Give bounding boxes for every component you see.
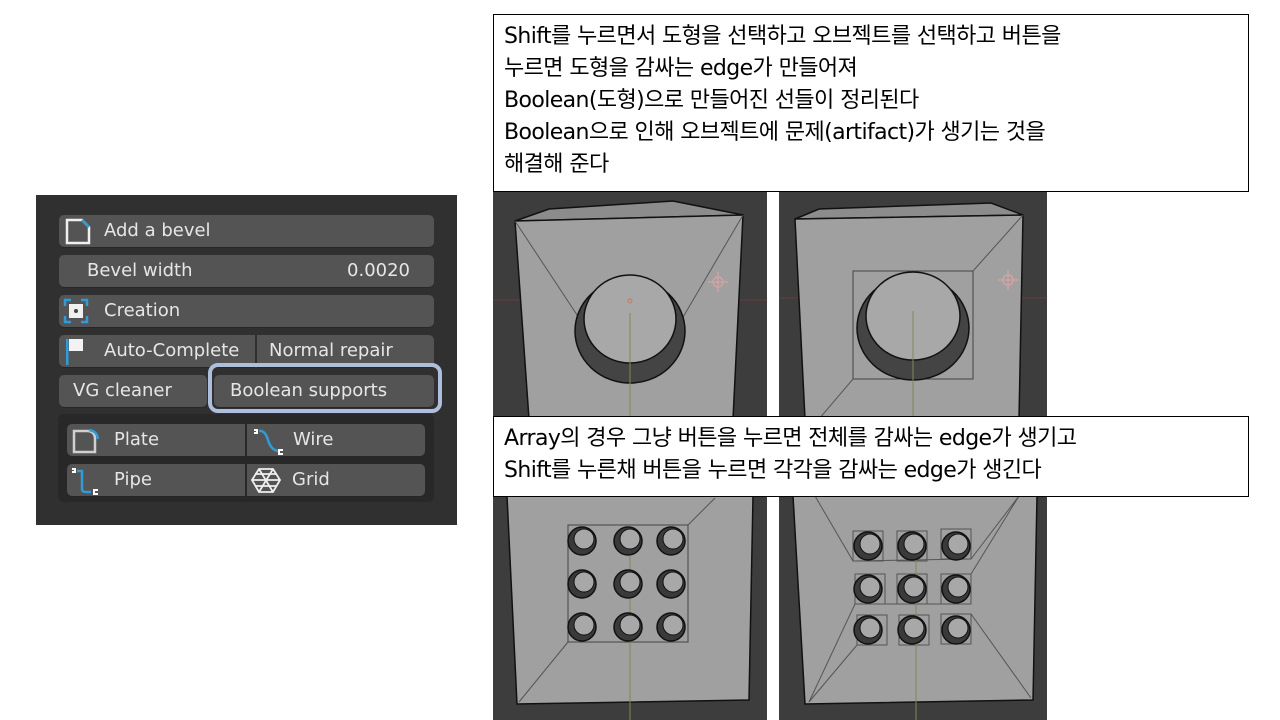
creation-icon xyxy=(63,298,89,324)
highlight-frame xyxy=(208,363,442,413)
viewport-array-grouped xyxy=(493,496,767,720)
pipe-button[interactable]: Pipe xyxy=(67,464,245,496)
vg-cleaner-label: VG cleaner xyxy=(73,380,172,401)
hole xyxy=(656,569,686,599)
vg-cleaner-button[interactable]: VG cleaner xyxy=(59,375,207,407)
hole xyxy=(567,526,597,556)
wire-label: Wire xyxy=(293,429,334,450)
wire-button[interactable]: Wire xyxy=(247,424,425,456)
creation-label: Creation xyxy=(104,300,181,321)
mesh-render xyxy=(792,496,1038,720)
bevel-width-label: Bevel width xyxy=(87,260,193,281)
pipe-label: Pipe xyxy=(114,469,152,490)
hole xyxy=(613,526,643,556)
plate-label: Plate xyxy=(114,429,160,450)
note-line: Shift를 누른채 버튼을 누르면 각각을 감싸는 edge가 생긴다 xyxy=(504,458,1042,483)
instruction-note-array: Array의 경우 그냥 버튼을 누르면 전체를 감싸는 edge가 생기고 S… xyxy=(493,416,1249,497)
instruction-note-top: Shift를 누르면서 도형을 선택하고 오브젝트를 선택하고 버튼을 누르면 … xyxy=(493,14,1249,192)
hole xyxy=(853,531,883,561)
pipe-icon xyxy=(72,468,98,495)
mesh-render xyxy=(493,200,767,419)
note-line: Array의 경우 그냥 버튼을 누르면 전체를 감싸는 edge가 생기고 xyxy=(504,426,1077,451)
bevel-icon xyxy=(65,218,91,245)
bevel-width-field[interactable]: Bevel width 0.0020 xyxy=(59,255,434,287)
grid-button[interactable]: Grid xyxy=(247,464,425,496)
note-line: 해결해 준다 xyxy=(504,152,609,177)
plate-icon xyxy=(72,428,99,454)
hole xyxy=(567,569,597,599)
bevel-width-value: 0.0020 xyxy=(347,260,410,281)
wire-icon xyxy=(254,429,283,455)
note-line: Shift를 누르면서 도형을 선택하고 오브젝트를 선택하고 버튼을 xyxy=(504,24,1061,49)
viewport-single-hole-before xyxy=(493,191,767,419)
hole xyxy=(613,569,643,599)
hole xyxy=(853,615,883,645)
viewport-single-hole-after xyxy=(779,191,1047,419)
grid-icon xyxy=(251,468,281,493)
add-bevel-button[interactable]: Add a bevel xyxy=(59,215,434,247)
creation-button[interactable]: Creation xyxy=(59,295,434,327)
hole xyxy=(656,612,686,642)
add-bevel-label: Add a bevel xyxy=(104,220,211,241)
hole xyxy=(897,574,927,604)
hole-array xyxy=(567,526,686,642)
hole xyxy=(656,526,686,556)
grid-label: Grid xyxy=(292,469,330,490)
flag-icon xyxy=(66,339,83,365)
hole-array xyxy=(853,531,971,645)
hole xyxy=(853,574,883,604)
mesh-render xyxy=(506,496,754,720)
note-line: Boolean으로 인해 오브젝트에 문제(artifact)가 생기는 것을 xyxy=(504,120,1046,145)
hole xyxy=(613,612,643,642)
viewport-array-individual xyxy=(779,496,1047,720)
plate-button[interactable]: Plate xyxy=(67,424,245,456)
mesh-render xyxy=(779,202,1047,419)
hole xyxy=(567,612,597,642)
note-line: 누르면 도형을 감싸는 edge가 만들어져 xyxy=(504,56,858,81)
note-line: Boolean(도형)으로 만들어진 선들이 정리된다 xyxy=(504,88,919,113)
hole xyxy=(897,615,927,645)
hole xyxy=(941,531,971,561)
hole xyxy=(941,615,971,645)
hole xyxy=(897,531,927,561)
hole xyxy=(941,574,971,604)
